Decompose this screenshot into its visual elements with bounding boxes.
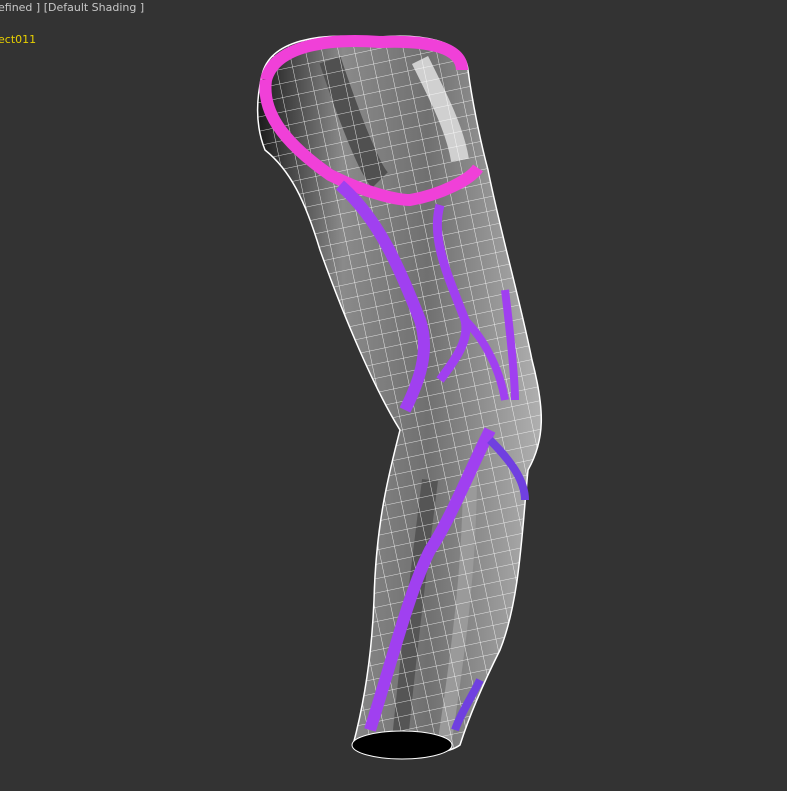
viewport-canvas[interactable] xyxy=(0,0,787,791)
wrist-cap xyxy=(351,730,453,760)
arm-mesh[interactable] xyxy=(0,0,787,791)
